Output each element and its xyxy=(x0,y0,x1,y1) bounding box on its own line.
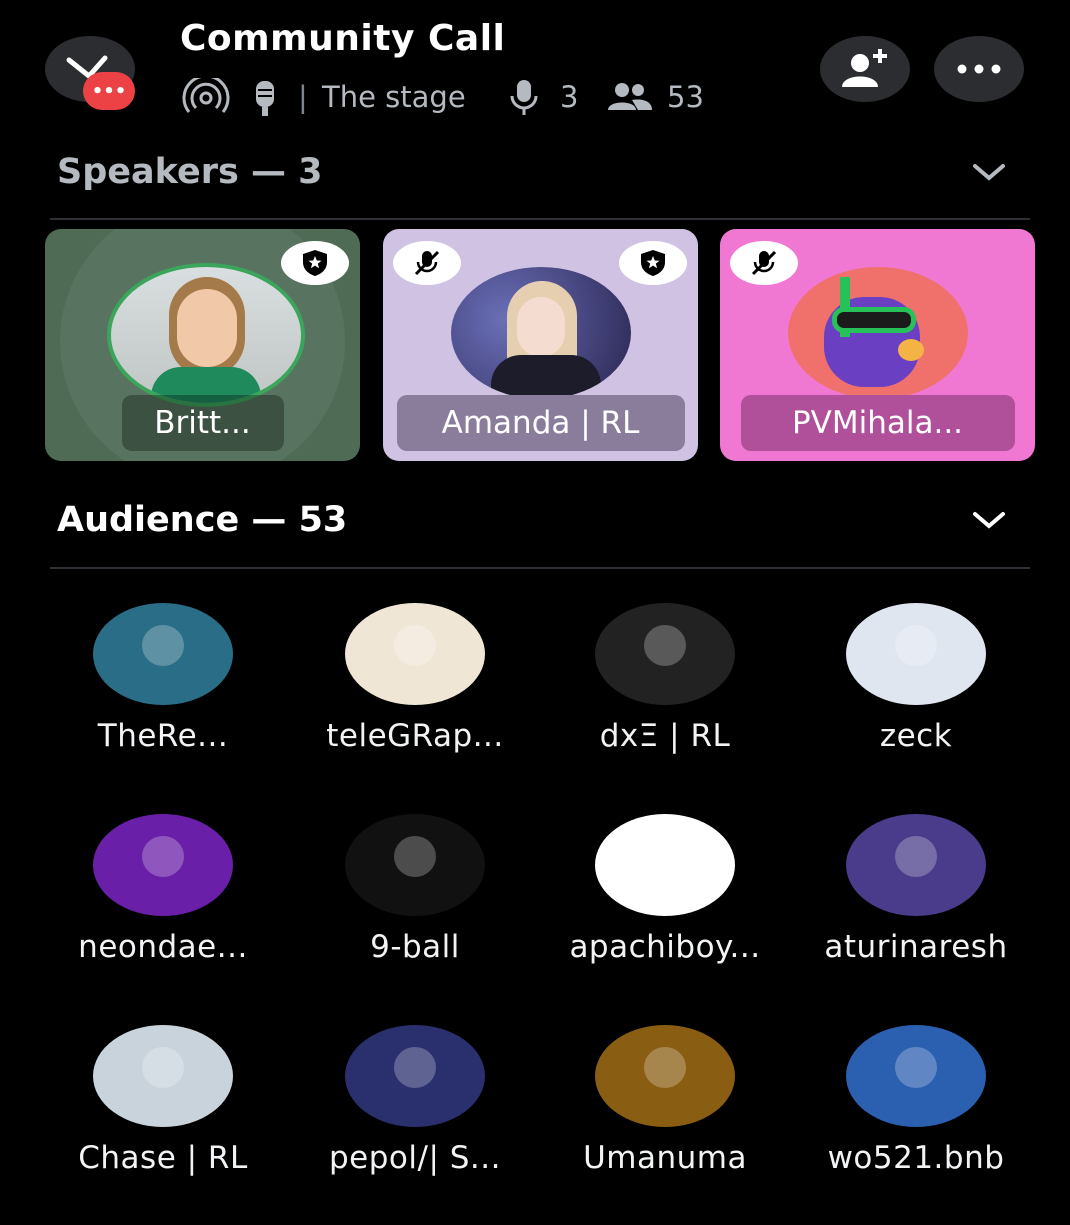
audience-member-name: apachiboy... xyxy=(569,929,761,965)
avatar xyxy=(345,1025,485,1127)
avatar xyxy=(846,814,986,916)
audience-member-name: Umanuma xyxy=(583,1140,747,1176)
more-icon xyxy=(957,64,1001,74)
microphone-muted-icon xyxy=(751,250,777,276)
speaker-name: Britt... xyxy=(121,395,284,451)
audience-member-name: neondae... xyxy=(78,929,248,965)
audience-member[interactable]: 9-ball xyxy=(290,814,540,1014)
listener-count: 53 xyxy=(667,80,704,114)
avatar-figure xyxy=(394,836,436,878)
muted-badge xyxy=(730,241,798,285)
audience-member[interactable]: Chase | RL xyxy=(38,1025,288,1225)
speaker-name: PVMihala... xyxy=(740,395,1015,451)
audience-member[interactable]: aturinaresh xyxy=(791,814,1041,1014)
speakers-section-title: Speakers — 3 xyxy=(57,152,323,192)
microphone-muted-icon xyxy=(414,250,440,276)
add-user-button[interactable] xyxy=(820,36,910,102)
avatar-figure xyxy=(142,625,184,667)
avatar xyxy=(595,814,735,916)
audience-member[interactable]: pepol/| S... xyxy=(290,1025,540,1225)
speaker-count: 3 xyxy=(560,80,579,114)
avatar xyxy=(93,1025,233,1127)
avatar-figure xyxy=(142,1047,184,1089)
audience-member[interactable]: Umanuma xyxy=(540,1025,790,1225)
audience-member-name: dxΞ | RL xyxy=(599,718,731,754)
avatar xyxy=(345,603,485,705)
avatar xyxy=(93,814,233,916)
speaker-card[interactable]: Britt... xyxy=(45,229,360,461)
muted-badge xyxy=(393,241,461,285)
avatar-figure xyxy=(644,625,686,667)
shield-star-icon xyxy=(303,250,327,276)
page-title: Community Call xyxy=(180,18,506,59)
avatar xyxy=(595,603,735,705)
avatar-figure xyxy=(142,836,184,878)
chevron-down-icon[interactable] xyxy=(970,160,1008,184)
avatar xyxy=(846,1025,986,1127)
avatar-figure xyxy=(644,836,686,878)
avatar xyxy=(345,814,485,916)
avatar-figure xyxy=(394,625,436,667)
audience-member[interactable]: dxΞ | RL xyxy=(540,603,790,803)
broadcast-icon xyxy=(182,78,230,113)
microphone-icon xyxy=(510,80,538,115)
audience-member[interactable]: teleGRap... xyxy=(290,603,540,803)
people-icon xyxy=(608,83,652,110)
audience-member-name: wo521.bnb xyxy=(827,1140,1005,1176)
more-badge: ••• xyxy=(83,72,135,110)
audience-section-title: Audience — 53 xyxy=(57,500,348,540)
audience-member-name: teleGRap... xyxy=(326,718,504,754)
avatar xyxy=(93,603,233,705)
speaker-name: Amanda | RL xyxy=(396,395,685,451)
audience-member-name: Chase | RL xyxy=(78,1140,248,1176)
audience-member-name: TheRe... xyxy=(97,718,229,754)
moderator-badge xyxy=(281,241,349,285)
chevron-down-icon[interactable] xyxy=(970,508,1008,532)
add-user-icon xyxy=(842,49,887,87)
avatar-figure xyxy=(895,1047,937,1089)
meta-separator: | xyxy=(298,80,308,114)
audience-member-name: 9-ball xyxy=(370,929,460,965)
speaker-card[interactable]: Amanda | RL xyxy=(383,229,698,461)
avatar-figure xyxy=(644,1047,686,1089)
avatar-figure xyxy=(394,1047,436,1089)
audience-divider xyxy=(50,567,1030,569)
stage-label: The stage xyxy=(322,80,466,114)
avatar xyxy=(788,267,968,399)
avatar xyxy=(595,1025,735,1127)
speaker-card[interactable]: PVMihala... xyxy=(720,229,1035,461)
moderator-badge xyxy=(619,241,687,285)
speakers-divider xyxy=(50,218,1030,220)
audience-member-name: pepol/| S... xyxy=(329,1140,501,1176)
avatar xyxy=(107,263,305,407)
audience-member[interactable]: TheRe... xyxy=(38,603,288,803)
audience-member[interactable]: apachiboy... xyxy=(540,814,790,1014)
audience-member[interactable]: wo521.bnb xyxy=(791,1025,1041,1225)
avatar xyxy=(846,603,986,705)
microphone-stand-icon xyxy=(256,81,274,116)
more-options-button[interactable] xyxy=(934,36,1024,102)
audience-member-name: zeck xyxy=(879,718,953,754)
shield-star-icon xyxy=(641,250,665,276)
avatar xyxy=(451,267,631,399)
audience-member[interactable]: neondae... xyxy=(38,814,288,1014)
avatar-figure xyxy=(895,836,937,878)
avatar-figure xyxy=(895,625,937,667)
leave-call-button[interactable]: ••• xyxy=(45,36,135,110)
audience-member[interactable]: zeck xyxy=(791,603,1041,803)
audience-member-name: aturinaresh xyxy=(824,929,1008,965)
